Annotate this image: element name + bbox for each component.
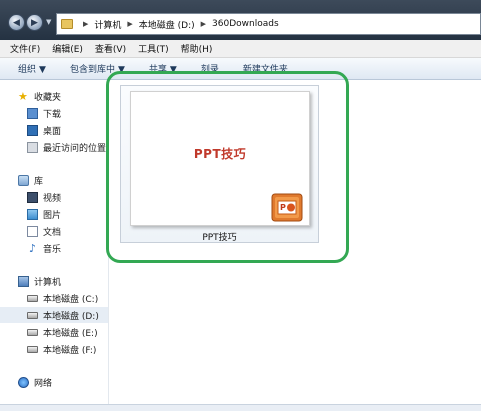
recent-pages-dropdown-icon[interactable]: ▼ (46, 18, 51, 26)
chevron-down-icon: ▼ (39, 65, 46, 75)
organize-button[interactable]: 组织 ▼ (18, 62, 46, 75)
sidebar-label: 收藏夹 (34, 92, 62, 103)
address-bar-area: ◀ ▶ ▼ ▶ 计算机 ▶ 本地磁盘 (D:) ▶ 360Downloads (0, 0, 481, 40)
drive-icon (27, 311, 38, 319)
sidebar-item-videos[interactable]: 视频 (27, 189, 61, 205)
arrow-left-icon: ◀ (13, 17, 20, 28)
sidebar-item-desktop[interactable]: 桌面 (27, 122, 61, 138)
desktop-icon (27, 124, 38, 136)
arrow-right-icon: ▶ (31, 17, 38, 28)
library-icon (18, 174, 29, 186)
music-note-icon: ♪ (28, 241, 37, 255)
sidebar-label: 音乐 (43, 244, 62, 255)
forward-button[interactable]: ▶ (26, 14, 43, 31)
sidebar-label: 网络 (34, 378, 53, 389)
chevron-right-icon[interactable]: ▶ (201, 20, 206, 28)
downloads-folder-icon (27, 107, 38, 119)
sidebar-label: 本地磁盘 (F:) (43, 345, 97, 356)
menu-edit[interactable]: 编辑(E) (52, 42, 83, 55)
sidebar-label: 本地磁盘 (E:) (43, 328, 98, 339)
sidebar-label: 本地磁盘 (C:) (43, 294, 99, 305)
breadcrumb-computer[interactable]: 计算机 (94, 18, 121, 31)
sidebar-item-music[interactable]: ♪ 音乐 (27, 240, 61, 256)
highlight-box (106, 71, 349, 263)
sidebar-label: 最近访问的位置 (43, 143, 107, 154)
sidebar-item-drive-d[interactable]: 本地磁盘 (D:) (0, 307, 108, 323)
breadcrumb-drive-d[interactable]: 本地磁盘 (D:) (139, 18, 195, 31)
chevron-right-icon[interactable]: ▶ (127, 20, 132, 28)
sidebar-label: 桌面 (43, 126, 62, 137)
menu-tools[interactable]: 工具(T) (138, 42, 169, 55)
sidebar-item-libraries[interactable]: 库 (18, 172, 43, 188)
folder-icon (61, 19, 73, 29)
sidebar-label: 本地磁盘 (D:) (43, 311, 99, 322)
recent-places-icon (27, 141, 38, 153)
pictures-icon (27, 208, 38, 220)
sidebar-item-recent[interactable]: 最近访问的位置 (27, 139, 106, 155)
sidebar-item-favorites[interactable]: ★ 收藏夹 (18, 88, 61, 104)
sidebar-item-downloads[interactable]: 下载 (27, 105, 61, 121)
include-library-label: 包含到库中 (69, 65, 115, 75)
sidebar-label: 图片 (43, 210, 62, 221)
navigation-pane: ★ 收藏夹 下载 桌面 最近访问的位置 库 视频 图片 文档 ♪ 音乐 计算机 … (0, 80, 109, 411)
documents-icon (27, 225, 38, 237)
sidebar-item-computer[interactable]: 计算机 (18, 273, 61, 289)
videos-icon (27, 191, 38, 203)
sidebar-label: 文档 (43, 227, 62, 238)
sidebar-item-drive-c[interactable]: 本地磁盘 (C:) (27, 290, 98, 306)
sidebar-label: 视频 (43, 193, 62, 204)
network-icon (18, 376, 29, 388)
computer-icon (18, 275, 29, 287)
chevron-right-icon[interactable]: ▶ (83, 20, 88, 28)
sidebar-item-drive-e[interactable]: 本地磁盘 (E:) (27, 324, 98, 340)
back-button[interactable]: ◀ (8, 14, 25, 31)
menu-file[interactable]: 文件(F) (10, 42, 40, 55)
sidebar-item-drive-f[interactable]: 本地磁盘 (F:) (27, 341, 96, 357)
sidebar-item-documents[interactable]: 文档 (27, 223, 61, 239)
breadcrumb-360downloads[interactable]: 360Downloads (212, 19, 279, 29)
sidebar-item-network[interactable]: 网络 (18, 374, 52, 390)
address-box[interactable]: ▶ 计算机 ▶ 本地磁盘 (D:) ▶ 360Downloads (56, 13, 481, 35)
drive-icon (27, 294, 38, 302)
sidebar-item-pictures[interactable]: 图片 (27, 206, 61, 222)
menu-view[interactable]: 查看(V) (95, 42, 126, 55)
menu-bar: 文件(F) 编辑(E) 查看(V) 工具(T) 帮助(H) (0, 40, 481, 58)
star-icon: ★ (18, 89, 28, 103)
sidebar-label: 计算机 (34, 277, 62, 288)
details-pane-edge (0, 404, 481, 411)
sidebar-label: 库 (34, 176, 44, 187)
drive-icon (27, 328, 38, 336)
organize-label: 组织 (18, 65, 37, 75)
sidebar-label: 下载 (43, 109, 62, 120)
drive-icon (27, 345, 38, 353)
menu-help[interactable]: 帮助(H) (181, 42, 213, 55)
